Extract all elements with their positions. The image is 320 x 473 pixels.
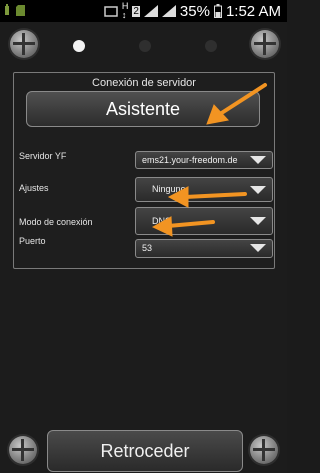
annotation-arrows [151, 83, 267, 237]
arrow-icon [167, 186, 247, 208]
arrow-icon [151, 216, 215, 237]
arrow-icon [206, 83, 267, 125]
